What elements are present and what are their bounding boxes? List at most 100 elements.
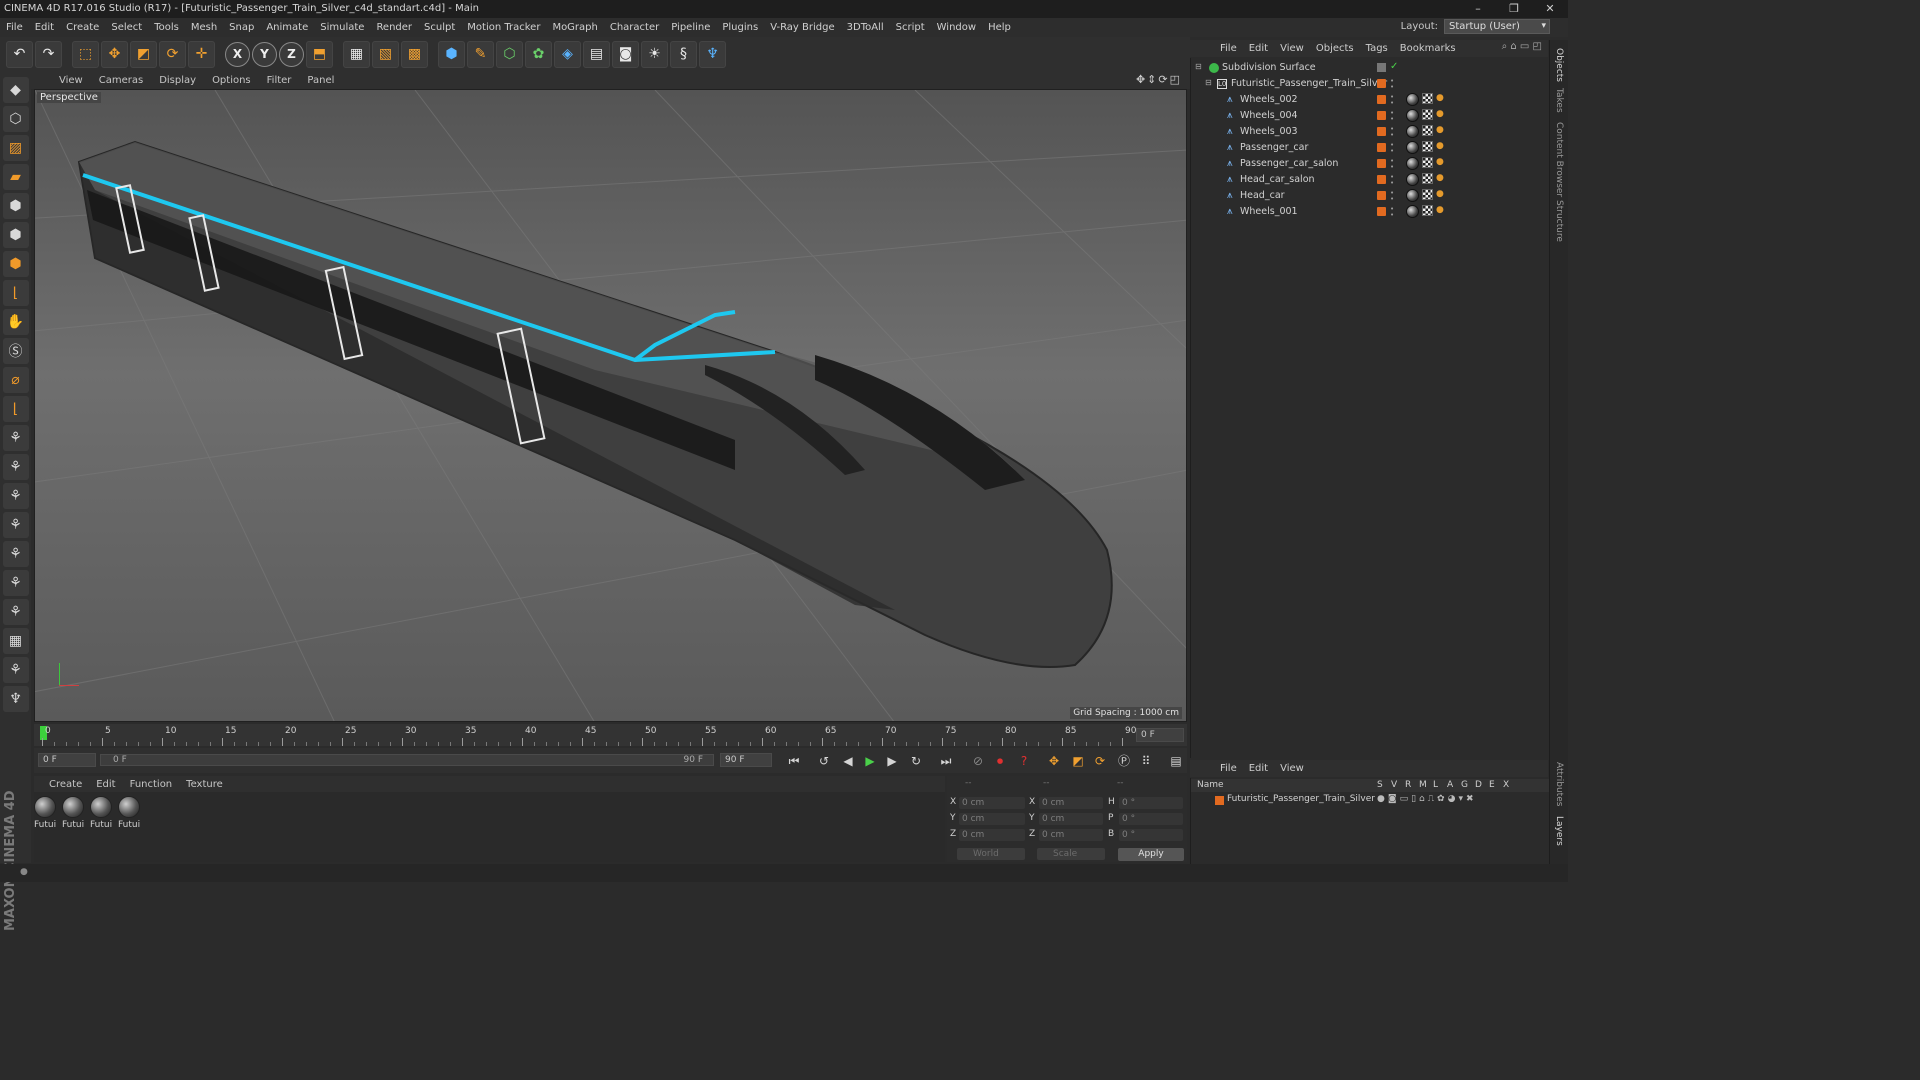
- next-frame-icon[interactable]: ▶: [882, 752, 902, 770]
- mograph-cloner-icon[interactable]: ✿: [525, 40, 552, 68]
- texture-tag-icon[interactable]: [1422, 173, 1433, 184]
- object-manager-search-icon[interactable]: ⌕ ⌂ ▭ ◰: [1502, 41, 1542, 52]
- points-mode-icon[interactable]: ⬢: [2, 193, 29, 219]
- polygons-mode-icon[interactable]: ⬢: [2, 251, 29, 277]
- menu-plugins[interactable]: Plugins: [716, 22, 764, 33]
- material-tag-icon[interactable]: [1406, 109, 1419, 122]
- layer-menu-file[interactable]: File: [1214, 763, 1243, 774]
- material-menu-texture[interactable]: Texture: [179, 779, 230, 790]
- texture-tag-icon[interactable]: [1422, 157, 1433, 168]
- size-mode-dropdown[interactable]: Scale: [1037, 848, 1105, 860]
- viewport-menu-panel[interactable]: Panel: [299, 75, 342, 86]
- previous-frame-icon[interactable]: ◀: [838, 752, 858, 770]
- subdivision-surface-icon[interactable]: ⬡: [496, 40, 523, 68]
- model-mode-icon[interactable]: ⬡: [2, 106, 29, 132]
- phong-tag-icon[interactable]: ●: [1436, 125, 1447, 136]
- phong-tag-icon[interactable]: ●: [1436, 157, 1447, 168]
- coord-size-x-field[interactable]: 0 cm: [1039, 797, 1103, 809]
- collapse-toggle-icon[interactable]: ⊟: [1205, 78, 1212, 87]
- sculpt-smooth-icon[interactable]: ⚘: [2, 483, 29, 509]
- visibility-dots-icon[interactable]: • •: [1390, 174, 1394, 187]
- sculpt-brush-icon[interactable]: ⚘: [2, 425, 29, 451]
- layer-color-icon[interactable]: [1377, 143, 1386, 152]
- tab-content-browser[interactable]: Content Browser: [1554, 122, 1564, 197]
- viewport-menu-view[interactable]: View: [51, 75, 91, 86]
- viewport-menu-display[interactable]: Display: [151, 75, 204, 86]
- render-picture-viewer-icon[interactable]: ▧: [372, 40, 399, 68]
- go-to-end-icon[interactable]: ⏭: [936, 752, 956, 770]
- close-button[interactable]: ✕: [1532, 0, 1568, 18]
- layout-dropdown[interactable]: Startup (User): [1444, 19, 1550, 34]
- menu-file[interactable]: File: [0, 22, 29, 33]
- autokey-icon[interactable]: ?: [1014, 752, 1034, 770]
- menu-edit[interactable]: Edit: [29, 22, 60, 33]
- workplane-axis-icon[interactable]: ⌊: [2, 396, 29, 422]
- texture-mode-icon[interactable]: ▨: [2, 135, 29, 161]
- play-icon[interactable]: ▶: [860, 752, 880, 770]
- python-icon[interactable]: ♆: [699, 40, 726, 68]
- object-menu-view[interactable]: View: [1274, 43, 1310, 54]
- menu-motion-tracker[interactable]: Motion Tracker: [461, 22, 546, 33]
- perspective-viewport[interactable]: Perspective Grid Spacing : 1000 cm: [34, 89, 1187, 722]
- object-row[interactable]: ⩚ Wheels_002 • • ●: [1191, 92, 1549, 108]
- sculpt-inflate-icon[interactable]: ⚘: [2, 541, 29, 567]
- key-rotation-icon[interactable]: ⟳: [1090, 752, 1110, 770]
- current-frame-field[interactable]: 0 F: [1136, 728, 1184, 742]
- phong-tag-icon[interactable]: ●: [1436, 173, 1447, 184]
- deformer-icon[interactable]: ◈: [554, 40, 581, 68]
- layer-color-icon[interactable]: [1377, 111, 1386, 120]
- tab-structure[interactable]: Structure: [1554, 200, 1564, 242]
- frame-range-slider[interactable]: 0 F 90 F: [100, 754, 714, 766]
- texture-tag-icon[interactable]: [1422, 205, 1433, 216]
- layer-color-icon[interactable]: [1215, 796, 1224, 805]
- floor-object-icon[interactable]: ▤: [583, 40, 610, 68]
- material-menu-function[interactable]: Function: [123, 779, 180, 790]
- object-row[interactable]: ⩚ Wheels_001 • • ●: [1191, 204, 1549, 220]
- object-row[interactable]: ⩚ Head_car_salon • • ●: [1191, 172, 1549, 188]
- object-menu-tags[interactable]: Tags: [1360, 43, 1394, 54]
- viewport-menu-options[interactable]: Options: [204, 75, 259, 86]
- move-tool-icon[interactable]: ✥: [101, 40, 128, 68]
- menu-window[interactable]: Window: [931, 22, 982, 33]
- snap-icon[interactable]: ⌀: [2, 367, 29, 393]
- key-position-icon[interactable]: ✥: [1044, 752, 1064, 770]
- coord-pos-y-field[interactable]: 0 cm: [959, 813, 1025, 825]
- live-selection-icon[interactable]: ⬚: [72, 40, 99, 68]
- edges-mode-icon[interactable]: ⬢: [2, 222, 29, 248]
- material-swatch[interactable]: Futui: [118, 796, 142, 830]
- axis-mode-icon[interactable]: ⌊: [2, 280, 29, 306]
- rotate-tool-icon[interactable]: ⟳: [159, 40, 186, 68]
- menu-3dtoall[interactable]: 3DToAll: [841, 22, 890, 33]
- camera-icon[interactable]: ◙: [612, 40, 639, 68]
- tab-attributes[interactable]: Attributes: [1554, 762, 1564, 806]
- menu-animate[interactable]: Animate: [260, 22, 314, 33]
- menu-vray-bridge[interactable]: V-Ray Bridge: [764, 22, 840, 33]
- visibility-dots-icon[interactable]: • •: [1390, 94, 1394, 107]
- z-axis-lock-icon[interactable]: Z: [279, 41, 304, 67]
- coord-size-y-field[interactable]: 0 cm: [1039, 813, 1103, 825]
- layer-color-icon[interactable]: [1377, 79, 1386, 88]
- layer-color-icon[interactable]: [1377, 159, 1386, 168]
- coordinate-system-icon[interactable]: ⬒: [306, 40, 333, 68]
- menu-character[interactable]: Character: [604, 22, 665, 33]
- object-row[interactable]: ⩚ Wheels_003 • • ●: [1191, 124, 1549, 140]
- object-row[interactable]: ⩚ Passenger_car_salon • • ●: [1191, 156, 1549, 172]
- previous-key-icon[interactable]: ↺: [814, 752, 834, 770]
- tab-objects[interactable]: Objects: [1554, 48, 1564, 82]
- material-tag-icon[interactable]: [1406, 189, 1419, 202]
- phong-tag-icon[interactable]: ●: [1436, 141, 1447, 152]
- material-tag-icon[interactable]: [1406, 93, 1419, 106]
- texture-tag-icon[interactable]: [1422, 141, 1433, 152]
- menu-mesh[interactable]: Mesh: [185, 22, 223, 33]
- go-to-start-icon[interactable]: ⏮: [784, 752, 804, 770]
- layer-toggle-icons[interactable]: ●◙▭▯⌂⎍✿◕▾✖: [1377, 794, 1477, 804]
- visibility-dots-icon[interactable]: • •: [1390, 142, 1394, 155]
- menu-sculpt[interactable]: Sculpt: [418, 22, 461, 33]
- viewport-menu-filter[interactable]: Filter: [259, 75, 300, 86]
- coord-size-z-field[interactable]: 0 cm: [1039, 829, 1103, 841]
- menu-help[interactable]: Help: [982, 22, 1017, 33]
- sculpt-flatten-icon[interactable]: ⚘: [2, 570, 29, 596]
- collapse-toggle-icon[interactable]: ⊟: [1195, 62, 1202, 71]
- pen-spline-icon[interactable]: ✎: [467, 40, 494, 68]
- viewport-navigation-icons[interactable]: ✥⇕⟳◰: [1136, 73, 1182, 86]
